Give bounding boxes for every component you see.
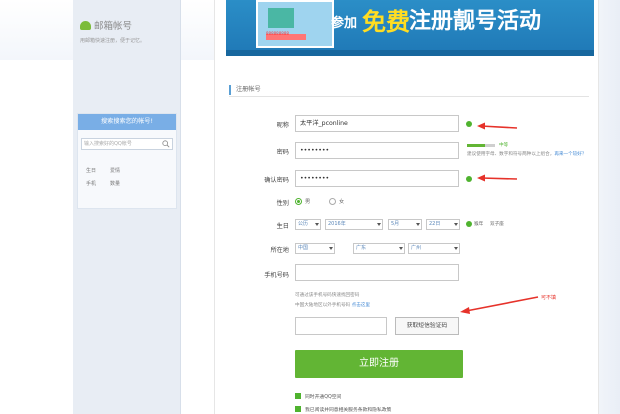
- nickname-ok-icon: [466, 121, 472, 127]
- birth-day-value: 22日: [429, 221, 441, 227]
- gender-female-label: 女: [339, 199, 345, 205]
- chevron-down-icon: [416, 223, 420, 226]
- password-hint: 建议使用字母、数字和符号两种以上组合，再来一个较好？: [467, 152, 587, 157]
- phone-hint-1: 可通过该手机号码快速找回密码: [295, 293, 360, 298]
- password-strength-empty: [485, 144, 495, 147]
- calendar-select[interactable]: 公历: [295, 219, 321, 230]
- section-marker: [229, 85, 231, 95]
- calendar-value: 公历: [298, 221, 309, 227]
- sidebar-search-panel: 搜索搜索您的帐号! 输入搜索好的QQ帐号 生日 爱情 手机 数量: [77, 113, 177, 209]
- password-hint-link[interactable]: 再来一个较好？: [554, 152, 586, 157]
- sidebar-link-birthday[interactable]: 生日: [86, 167, 96, 174]
- register-button[interactable]: 立即注册: [295, 350, 463, 378]
- province-select[interactable]: 广东: [353, 243, 405, 254]
- open-qzone-checkbox[interactable]: [295, 393, 301, 399]
- birthday-label: 生日: [276, 223, 289, 230]
- optional-note: 可不填: [541, 295, 557, 301]
- brand-title: 邮箱帐号: [94, 21, 133, 32]
- sidebar-link-love[interactable]: 爱情: [110, 167, 120, 174]
- mail-logo-icon: [80, 21, 91, 30]
- chevron-down-icon: [315, 223, 319, 226]
- main-content: 888888888 参加 免费 注册靓号活动 注册帐号 昵称 太平洋_pconl…: [214, 0, 599, 414]
- nickname-label: 昵称: [276, 122, 289, 129]
- password-strength-label: 中等: [499, 143, 509, 148]
- arrow-left-icon: [477, 174, 518, 182]
- nickname-input[interactable]: 太平洋_pconline: [295, 115, 459, 132]
- gender-male-radio[interactable]: [295, 198, 302, 205]
- country-select[interactable]: 中国: [295, 243, 335, 254]
- agree-terms-label: 我已阅读并同意相关服务条款和隐私政策: [305, 408, 392, 413]
- arrow-left-icon: [477, 122, 518, 130]
- section-header: 注册帐号: [229, 83, 589, 97]
- phone-hint-2-text: 中国大陆地区以外手机号码: [295, 303, 351, 308]
- constellation-text: 双子座: [490, 222, 504, 227]
- banner-suffix: 注册靓号活动: [409, 9, 542, 34]
- banner-screen-shape: [268, 8, 294, 28]
- chevron-down-icon: [454, 223, 458, 226]
- birth-year-value: 2016年: [328, 221, 346, 227]
- section-title: 注册帐号: [236, 86, 261, 93]
- sidebar-search-input[interactable]: 输入搜索好的QQ帐号: [81, 138, 173, 150]
- birth-day-select[interactable]: 22日: [426, 219, 460, 230]
- confirm-password-label: 确认密码: [264, 177, 289, 184]
- phone-hint-2: 中国大陆地区以外手机号码 点击这里: [295, 302, 370, 308]
- password-label: 密码: [276, 149, 289, 156]
- chevron-down-icon: [399, 247, 403, 250]
- zodiac-text: 猴年: [474, 222, 484, 227]
- birth-month-value: 5月: [391, 221, 400, 227]
- phone-input[interactable]: [295, 264, 459, 281]
- brand-subtitle: 用邮箱快速注册，便于记忆。: [80, 38, 146, 44]
- birth-year-select[interactable]: 2016年: [325, 219, 383, 230]
- sidebar-banner: 搜索搜索您的帐号!: [78, 114, 176, 130]
- banner-prefix: 参加: [331, 16, 358, 31]
- banner-illustration: 888888888: [256, 0, 334, 48]
- gender-label: 性别: [276, 200, 289, 207]
- phone-label: 手机号码: [264, 272, 289, 279]
- city-select[interactable]: 广州: [408, 243, 460, 254]
- city-value: 广州: [411, 245, 422, 251]
- get-sms-code-button[interactable]: 获取短信验证码: [395, 317, 459, 335]
- country-value: 中国: [298, 245, 309, 251]
- open-qzone-label: 同时开通QQ空间: [305, 395, 342, 400]
- gender-male-label: 男: [305, 199, 311, 205]
- brand: 邮箱帐号 用邮箱快速注册，便于记忆。: [80, 18, 176, 54]
- password-hint-text: 建议使用字母、数字和符号两种以上组合: [467, 152, 550, 157]
- location-label: 所在地: [270, 247, 289, 254]
- sidebar-link-phone[interactable]: 手机: [86, 180, 96, 187]
- birth-month-select[interactable]: 5月: [388, 219, 422, 230]
- sidebar: 邮箱帐号 用邮箱快速注册，便于记忆。 搜索搜索您的帐号! 输入搜索好的QQ帐号 …: [73, 0, 181, 414]
- gender-female-radio[interactable]: [329, 198, 336, 205]
- confirm-password-input[interactable]: ••••••••: [295, 170, 459, 187]
- banner-number-text: 888888888: [266, 31, 289, 36]
- search-icon[interactable]: [162, 140, 170, 148]
- sms-code-input[interactable]: [295, 317, 387, 335]
- banner-stripe: [226, 50, 594, 56]
- agree-terms-checkbox[interactable]: [295, 406, 301, 412]
- province-value: 广东: [356, 245, 367, 251]
- arrow-left-icon: [460, 296, 539, 314]
- birthday-ok-icon: [466, 221, 472, 227]
- sidebar-link-number[interactable]: 数量: [110, 180, 120, 187]
- banner-highlight: 免费: [362, 8, 410, 36]
- promo-banner[interactable]: 888888888 参加 免费 注册靓号活动: [226, 0, 594, 56]
- chevron-down-icon: [329, 247, 333, 250]
- phone-hint-link[interactable]: 点击这里: [352, 303, 370, 308]
- sidebar-search-placeholder: 输入搜索好的QQ帐号: [84, 141, 132, 147]
- confirm-password-ok-icon: [466, 176, 472, 182]
- password-strength-filled: [467, 144, 485, 147]
- chevron-down-icon: [377, 223, 381, 226]
- chevron-down-icon: [454, 247, 458, 250]
- password-input[interactable]: ••••••••: [295, 142, 459, 159]
